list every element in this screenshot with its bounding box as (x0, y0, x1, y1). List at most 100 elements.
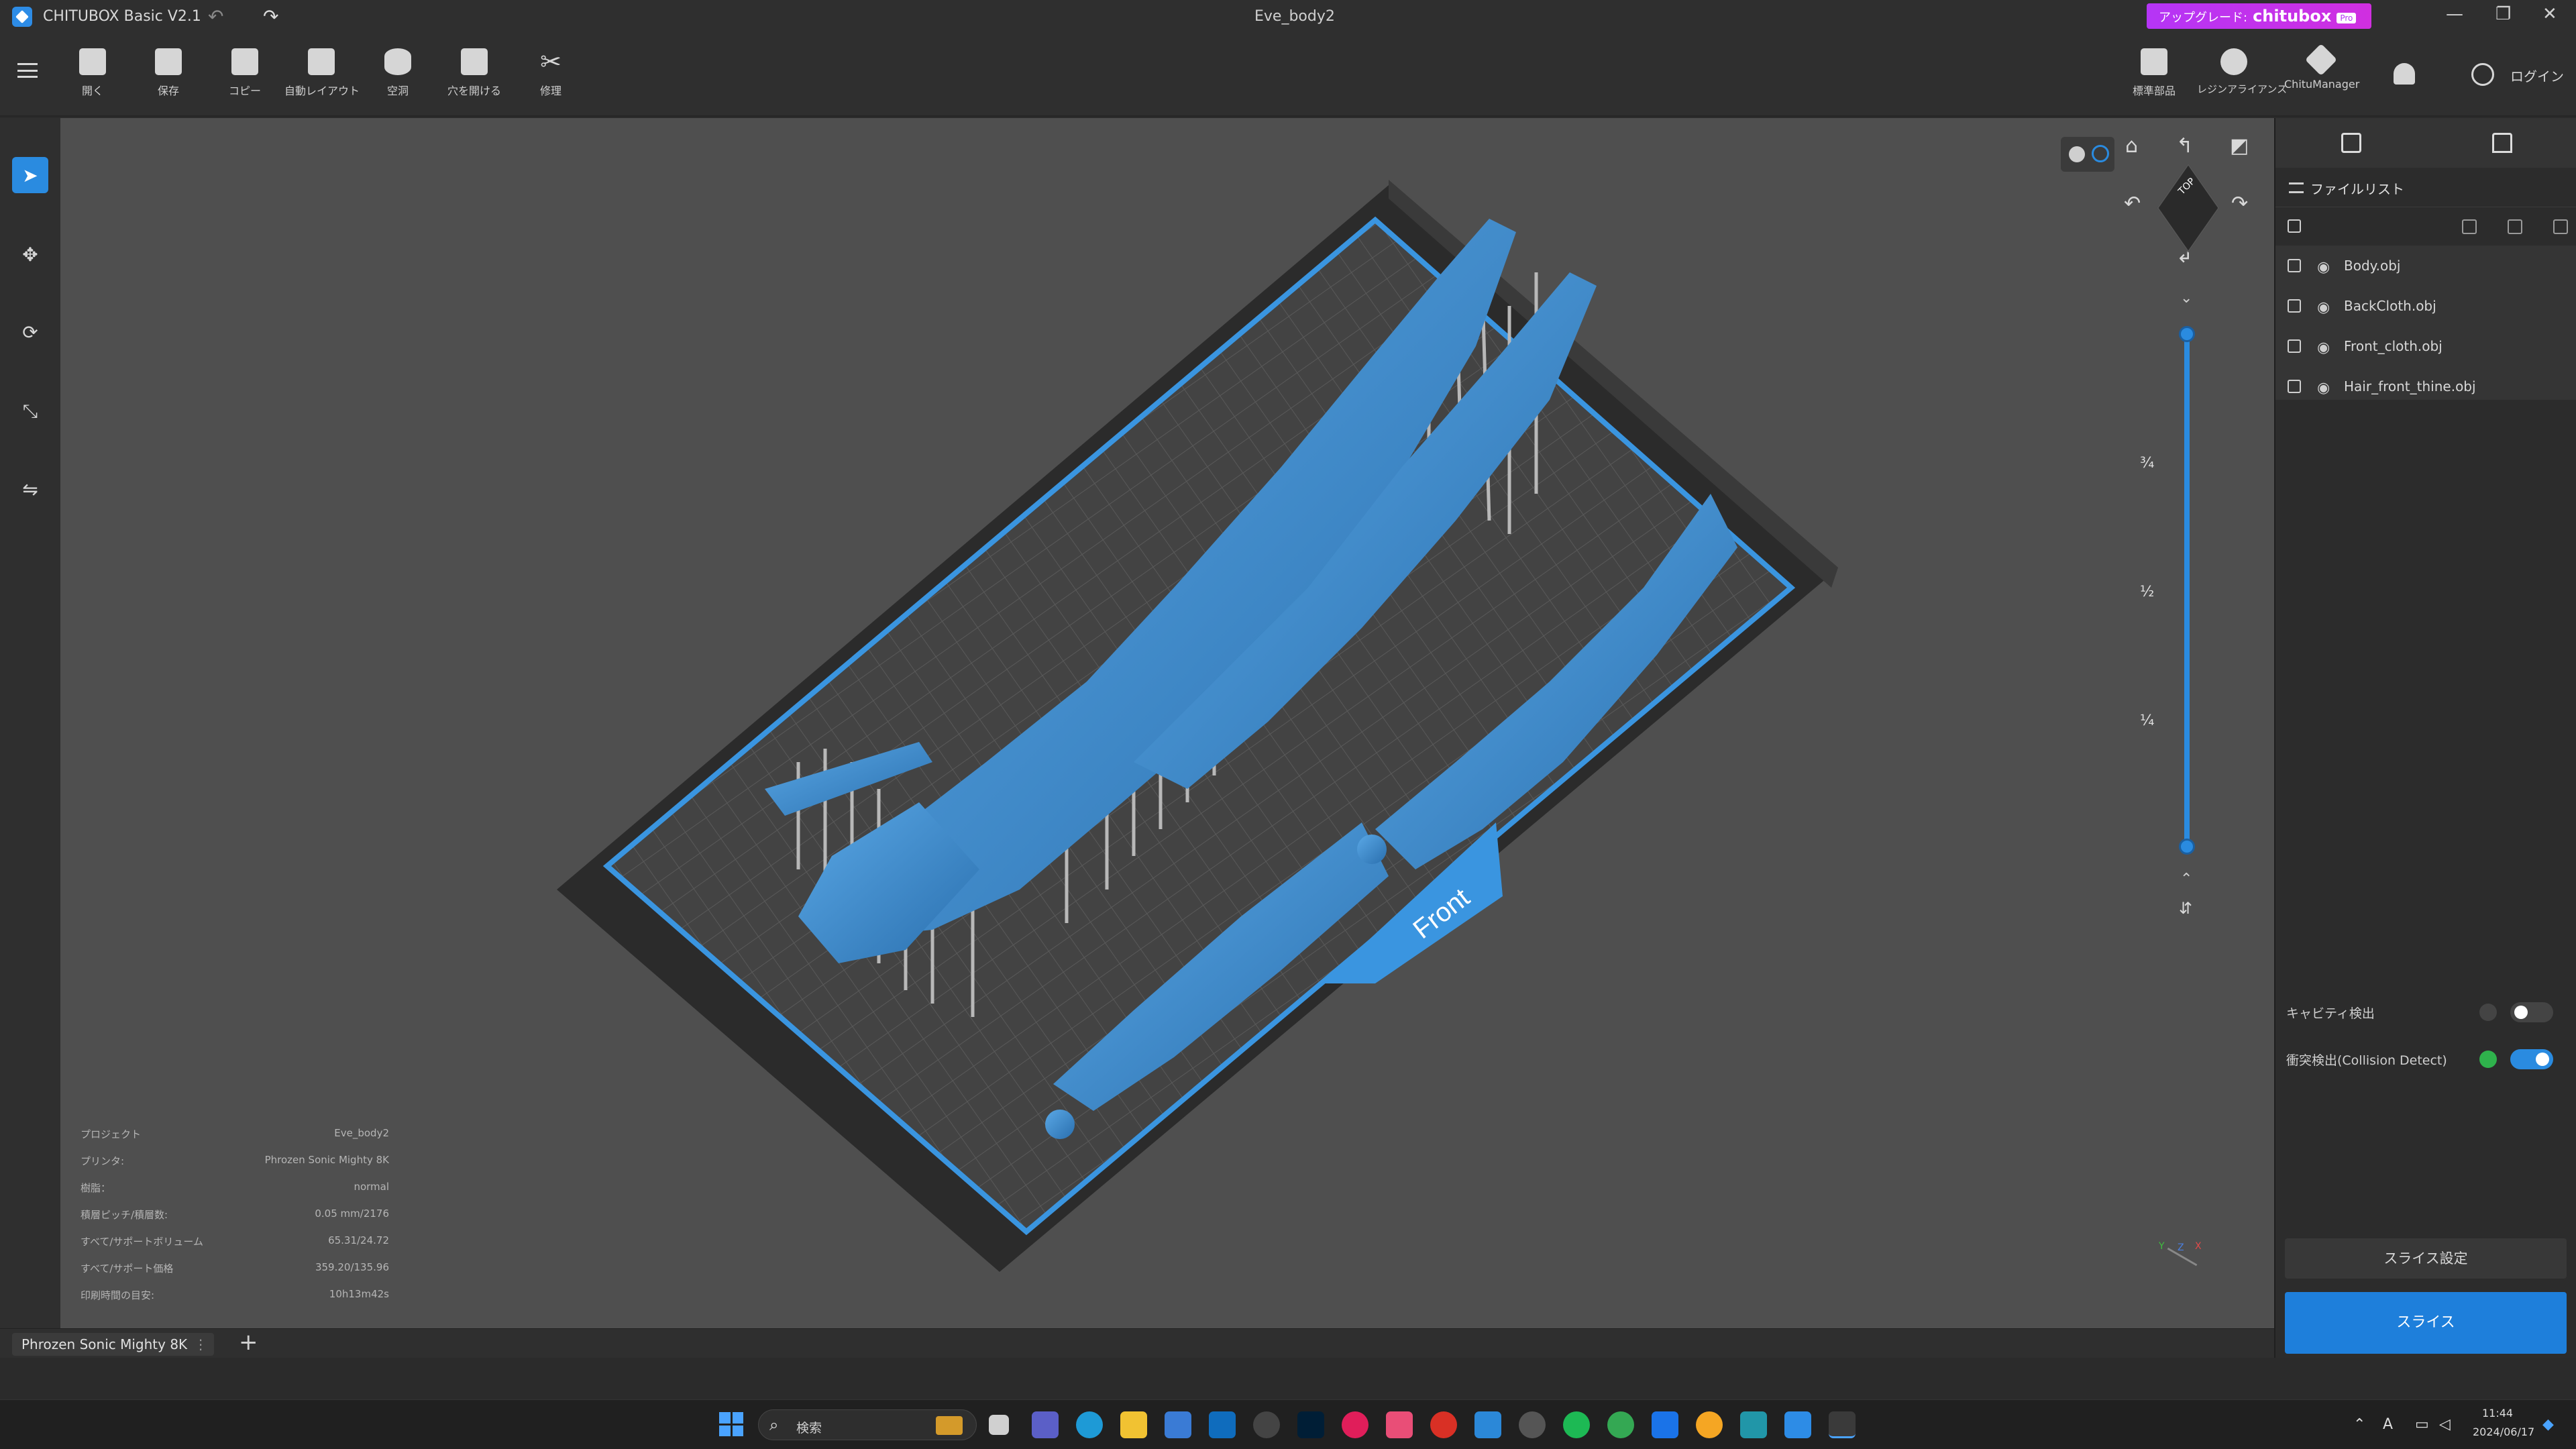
volume-icon[interactable]: ◁ (2439, 1416, 2451, 1433)
save-button[interactable]: 保存 (131, 48, 205, 98)
delete-icon[interactable] (2553, 219, 2568, 234)
repair-button[interactable]: ✂ 修理 (514, 48, 588, 98)
xray-mode-icon[interactable] (2092, 145, 2109, 162)
mirror-tool-button[interactable]: ⇋ (12, 471, 48, 507)
render-mode-toggle[interactable] (2061, 137, 2114, 172)
file-checkbox[interactable] (2288, 299, 2301, 313)
rotate-tool-button[interactable]: ⟳ (12, 314, 48, 350)
file-checkbox[interactable] (2288, 259, 2301, 272)
login-button[interactable]: ログイン (2510, 66, 2564, 85)
copy-button[interactable]: コピー (208, 48, 282, 98)
slider-swap-icon[interactable]: ⇵ (2179, 899, 2192, 918)
solid-mode-icon[interactable] (2069, 146, 2085, 162)
notification-icon[interactable]: ◆ (2542, 1416, 2554, 1433)
store-icon[interactable] (1165, 1411, 1191, 1438)
visibility-eye-icon[interactable]: ◉ (2317, 339, 2330, 356)
blender-icon[interactable] (1696, 1411, 1723, 1438)
open-button[interactable]: 開く (56, 48, 129, 98)
collision-detect-toggle[interactable] (2510, 1049, 2553, 1069)
cavity-detect-toggle[interactable] (2510, 1002, 2553, 1022)
clock-date[interactable]: 2024/06/17 (2473, 1426, 2534, 1438)
cube-app-icon[interactable] (1474, 1411, 1501, 1438)
slider-down-chevron-icon[interactable]: ⌄ (2180, 290, 2192, 307)
rotate-view-up-icon[interactable]: ↰ (2176, 134, 2193, 158)
move-tool-button[interactable]: ✥ (12, 236, 48, 272)
upgrade-button[interactable]: アップグレード: chitubox Pro (2147, 3, 2371, 29)
task-view-icon[interactable] (989, 1415, 1009, 1435)
file-explorer-icon[interactable] (1120, 1411, 1147, 1438)
photoshop-icon[interactable] (1297, 1411, 1324, 1438)
meshmixer-icon[interactable] (1740, 1411, 1767, 1438)
slider-fraction-half: ½ (2140, 584, 2155, 600)
file-row[interactable]: ◉ BackCloth.obj (2275, 286, 2576, 326)
auto-layout-button[interactable]: 自動レイアウト (284, 48, 360, 98)
3d-viewport[interactable]: Front プロジェクト Eve_body2 プリンタ: Phrozen Son… (60, 118, 2274, 1328)
collision-status-icon (2479, 1051, 2497, 1068)
chitubox-taskbar-icon[interactable] (1784, 1411, 1811, 1438)
minimize-button[interactable]: — (2446, 4, 2463, 24)
github-icon[interactable] (1519, 1411, 1546, 1438)
notification-bell-icon[interactable] (2394, 63, 2415, 85)
add-tab-button[interactable]: + (239, 1329, 258, 1356)
file-row[interactable]: ◉ Body.obj (2275, 246, 2576, 286)
edge-icon[interactable] (1076, 1411, 1103, 1438)
rotate-view-right-icon[interactable]: ↷ (2231, 192, 2248, 215)
tab-printer[interactable] (2426, 118, 2576, 168)
add-file-icon[interactable] (2462, 219, 2477, 234)
ime-indicator[interactable]: A (2383, 1416, 2393, 1433)
chitumanager-button[interactable]: ChituManager (2284, 43, 2359, 91)
tray-overflow-icon[interactable]: ⌃ (2353, 1416, 2365, 1433)
close-button[interactable]: ✕ (2542, 4, 2557, 24)
menu-icon[interactable] (17, 63, 38, 78)
visibility-eye-icon[interactable]: ◉ (2317, 299, 2330, 316)
restore-button[interactable]: ❐ (2496, 4, 2511, 24)
image-file-icon[interactable] (2508, 219, 2522, 234)
slice-button[interactable]: スライス (2285, 1292, 2567, 1354)
file-checkbox[interactable] (2288, 339, 2301, 353)
slice-settings-button[interactable]: スライス設定 (2285, 1238, 2567, 1279)
spotify-icon[interactable] (1563, 1411, 1590, 1438)
rotate-view-left-icon[interactable]: ↶ (2124, 192, 2141, 215)
printer-tab[interactable]: Phrozen Sonic Mighty 8K ⋮ (12, 1333, 215, 1356)
perspective-icon[interactable]: ◩ (2230, 134, 2249, 158)
chrome-icon[interactable] (1430, 1411, 1457, 1438)
taskbar-search[interactable]: ⌕ 検索 (758, 1409, 977, 1440)
settings-app-icon[interactable] (1253, 1411, 1280, 1438)
dig-hole-button[interactable]: 穴を開ける (437, 48, 511, 98)
visibility-eye-icon[interactable]: ◉ (2317, 380, 2330, 396)
app-blue-icon[interactable] (1652, 1411, 1678, 1438)
home-view-icon[interactable]: ⌂ (2125, 134, 2138, 158)
standard-parts-button[interactable]: 標準部品 (2117, 48, 2191, 98)
undo-icon[interactable]: ↶ (208, 5, 223, 28)
scale-tool-button[interactable]: ⤡ (12, 393, 48, 429)
slider-up-chevron-icon[interactable]: ⌃ (2180, 871, 2192, 888)
scene-svg: Front (557, 180, 1838, 1272)
visibility-eye-icon[interactable]: ◉ (2317, 259, 2330, 276)
hollow-button[interactable]: 空洞 (361, 48, 435, 98)
user-avatar-icon[interactable] (2471, 63, 2494, 86)
network-icon[interactable]: ▭ (2415, 1416, 2429, 1433)
slicer-active-icon[interactable] (1829, 1411, 1856, 1438)
tab-more-icon[interactable]: ⋮ (194, 1333, 207, 1356)
layer-slider-top-handle[interactable] (2179, 326, 2195, 342)
resin-alliance-button[interactable]: レジンアライアンス (2197, 48, 2287, 96)
layer-slider-track[interactable] (2184, 329, 2190, 845)
select-all-checkbox[interactable] (2288, 219, 2301, 233)
chrome-alt-icon[interactable] (1607, 1411, 1634, 1438)
teams-icon[interactable] (1032, 1411, 1059, 1438)
tab-file-list[interactable] (2275, 118, 2426, 168)
right-panel-tabs (2275, 118, 2576, 168)
windows-start-icon[interactable] (719, 1412, 743, 1436)
clock-time[interactable]: 11:44 (2482, 1407, 2513, 1419)
mail-icon[interactable] (1209, 1411, 1236, 1438)
file-row[interactable]: ◉ Front_cloth.obj (2275, 326, 2576, 366)
main-toolbar: 開く 保存 コピー 自動レイアウト 空洞 穴を開ける ✂ 修理 標準部品 レジンア… (0, 34, 2576, 117)
layer-slider-bottom-handle[interactable] (2179, 839, 2195, 855)
info-value: 0.05 mm/2176 (315, 1208, 389, 1220)
chat-app-icon[interactable] (1342, 1411, 1368, 1438)
select-tool-button[interactable]: ➤ (12, 157, 48, 193)
file-checkbox[interactable] (2288, 380, 2301, 393)
photo-app-icon[interactable] (1386, 1411, 1413, 1438)
redo-icon[interactable]: ↷ (263, 5, 278, 28)
file-row[interactable]: ◉ Hair_front_thine.obj (2275, 366, 2576, 407)
